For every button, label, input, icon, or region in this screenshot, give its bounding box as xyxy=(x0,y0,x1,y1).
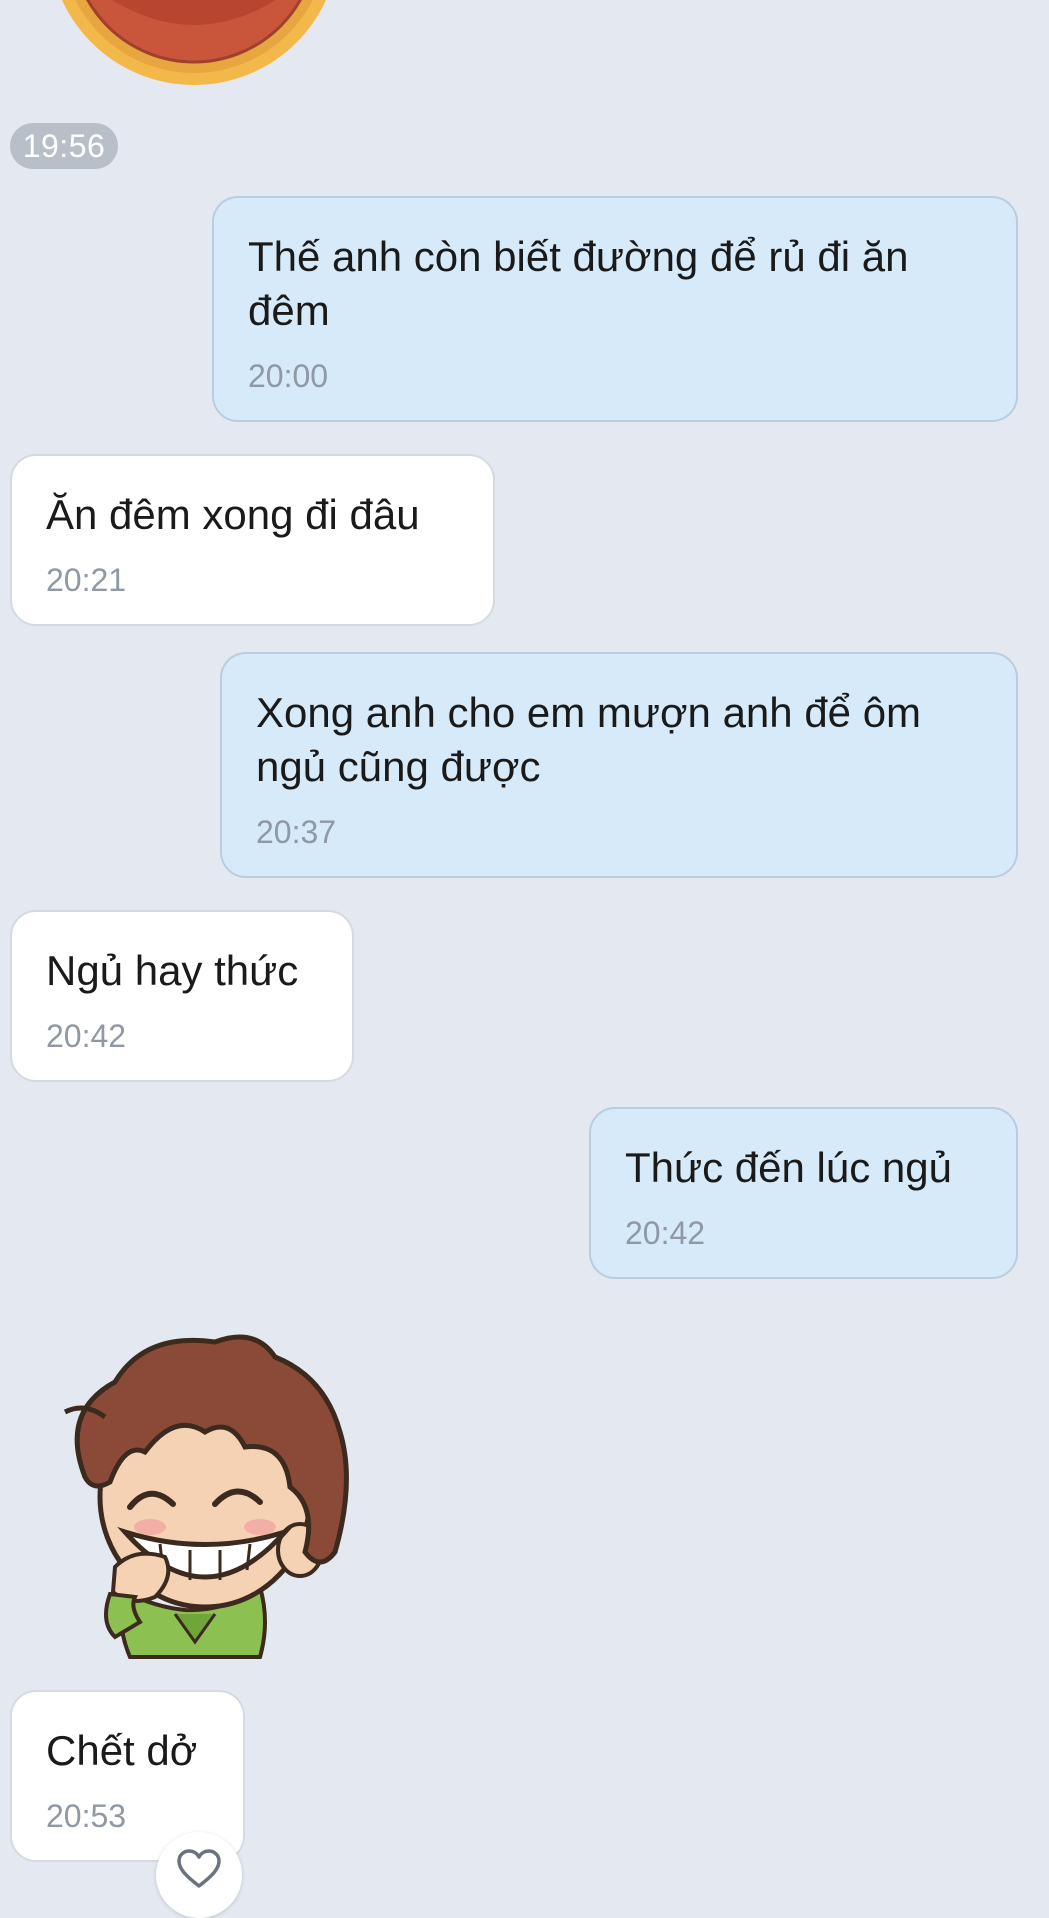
message-text: Ngủ hay thức xyxy=(46,947,299,994)
outgoing-message-bubble[interactable]: Xong anh cho em mượn anh để ôm ngủ cũng … xyxy=(220,652,1018,878)
medal-sticker[interactable] xyxy=(44,0,344,90)
message-time: 20:53 xyxy=(46,1798,127,1834)
message-time: 20:42 xyxy=(46,1018,127,1054)
message-text: Thế anh còn biết đường để rủ đi ăn đêm xyxy=(248,233,909,334)
message-text: Thức đến lúc ngủ xyxy=(625,1144,952,1191)
message-time: 20:00 xyxy=(248,358,329,394)
message-text: Chết dở xyxy=(46,1727,198,1774)
message-time: 20:42 xyxy=(625,1215,706,1251)
heart-outline-icon xyxy=(176,1848,222,1895)
message-text: Ăn đêm xong đi đâu xyxy=(46,491,420,538)
reaction-button[interactable] xyxy=(156,1832,242,1918)
outgoing-message-bubble[interactable]: Thức đến lúc ngủ 20:42 xyxy=(589,1107,1018,1279)
message-time: 20:21 xyxy=(46,562,127,598)
message-text: Xong anh cho em mượn anh để ôm ngủ cũng … xyxy=(256,689,922,790)
message-time: 20:37 xyxy=(256,814,337,850)
timestamp-badge: 19:56 xyxy=(10,123,118,169)
incoming-message-bubble[interactable]: Ngủ hay thức 20:42 xyxy=(10,910,354,1082)
incoming-message-bubble[interactable]: Ăn đêm xong đi đâu 20:21 xyxy=(10,454,495,626)
grinning-boy-sticker[interactable] xyxy=(55,1322,355,1662)
outgoing-message-bubble[interactable]: Thế anh còn biết đường để rủ đi ăn đêm 2… xyxy=(212,196,1018,422)
